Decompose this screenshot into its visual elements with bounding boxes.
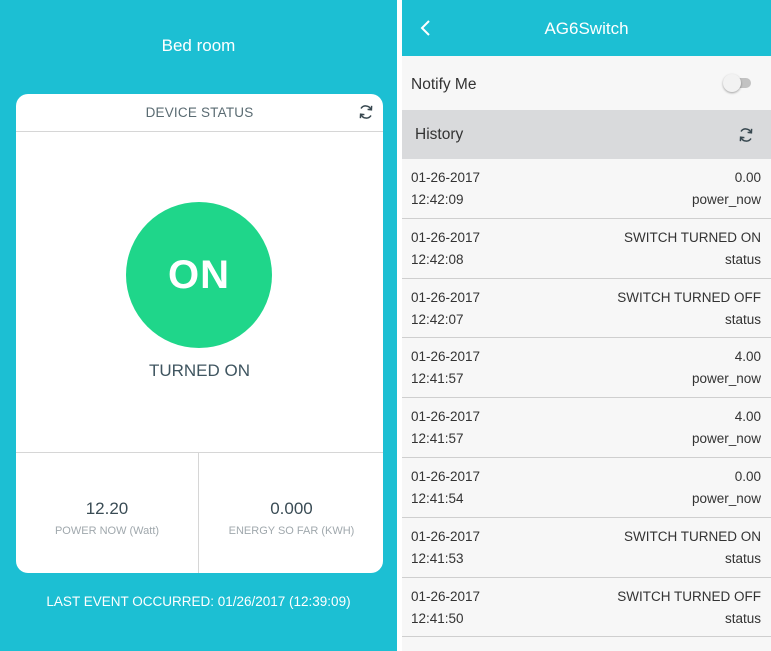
history-label: History [415, 126, 464, 143]
history-screen: AG6Switch Notify Me History 01-26-2017 1… [402, 0, 771, 651]
energy-label: ENERGY SO FAR (KWH) [228, 525, 355, 537]
device-status-screen: Bed room DEVICE STATUS ON TURNED ON 12.2… [0, 0, 397, 651]
history-value: SWITCH TURNED OFF [617, 289, 761, 305]
history-key: status [724, 550, 761, 566]
history-row[interactable]: 01-26-2017 12:42:07 SWITCH TURNED OFF st… [402, 278, 771, 339]
power-status-text: TURNED ON [148, 361, 251, 380]
history-date: 01-26-2017 [411, 528, 481, 544]
energy-value: 0.000 [270, 499, 313, 518]
power-state-label: ON [168, 252, 230, 297]
room-title: Bed room [161, 36, 236, 55]
history-key: status [724, 610, 761, 626]
history-row[interactable]: 01-26-2017 12:41:57 4.00 power_now [402, 398, 771, 458]
history-header: History [402, 110, 771, 159]
history-row[interactable]: 01-26-2017 12:42:09 0.00 power_now [402, 159, 771, 219]
history-date: 01-26-2017 [411, 170, 481, 185]
history-key: power_now [691, 192, 761, 207]
metrics-panel: 12.20 POWER NOW (Watt) 0.000 ENERGY SO F… [16, 452, 383, 573]
card-header-title: DEVICE STATUS [145, 105, 254, 120]
app-title: AG6Switch [544, 19, 629, 38]
notify-toggle[interactable] [723, 74, 751, 92]
history-key: power_now [691, 371, 761, 387]
power-toggle-button[interactable]: ON [126, 202, 272, 348]
history-time: 12:41:54 [411, 490, 464, 506]
history-row[interactable]: 01-26-2017 12:41:53 SWITCH TURNED ON sta… [402, 517, 771, 578]
history-time: 12:41:57 [411, 371, 464, 387]
history-time: 12:41:57 [411, 431, 464, 447]
device-status-card: DEVICE STATUS ON TURNED ON 12.20 POWER N… [16, 94, 383, 573]
history-key: power_now [691, 490, 761, 506]
history-key: power_now [691, 431, 761, 447]
history-row[interactable]: 01-26-2017 12:41:54 0.00 power_now [402, 457, 771, 518]
history-date: 01-26-2017 [411, 409, 481, 425]
history-time: 12:42:07 [411, 311, 464, 327]
history-value: SWITCH TURNED OFF [617, 588, 761, 604]
history-key: status [724, 311, 761, 327]
history-date: 01-26-2017 [411, 229, 481, 245]
app-bar: AG6Switch [402, 0, 771, 56]
history-value: 4.00 [734, 409, 761, 425]
notify-row: Notify Me [402, 56, 771, 110]
history-value: 0.00 [734, 170, 761, 185]
history-time: 12:42:08 [411, 251, 464, 267]
energy-metric: 0.000 ENERGY SO FAR (KWH) [200, 453, 383, 573]
refresh-icon[interactable] [737, 126, 755, 144]
history-list: 01-26-2017 12:42:09 0.00 power_now 01-26… [402, 159, 771, 638]
toggle-knob [723, 74, 741, 92]
history-value: SWITCH TURNED ON [624, 229, 761, 245]
history-key: status [724, 251, 761, 267]
power-now-metric: 12.20 POWER NOW (Watt) [16, 453, 199, 573]
history-row[interactable]: 01-26-2017 12:41:50 SWITCH TURNED OFF st… [402, 577, 771, 638]
card-header: DEVICE STATUS [16, 94, 383, 132]
history-time: 12:42:09 [411, 192, 464, 207]
refresh-icon[interactable] [357, 103, 375, 121]
history-row[interactable]: 01-26-2017 12:41:57 4.00 power_now [402, 338, 771, 399]
history-row[interactable]: 01-26-2017 12:42:08 SWITCH TURNED ON sta… [402, 218, 771, 279]
history-date: 01-26-2017 [411, 468, 481, 484]
notify-label: Notify Me [411, 76, 477, 93]
history-value: 0.00 [734, 468, 761, 484]
history-date: 01-26-2017 [411, 289, 481, 305]
history-time: 12:41:50 [411, 610, 464, 626]
history-time: 12:41:53 [411, 550, 464, 566]
history-value: 4.00 [734, 349, 761, 365]
power-now-label: POWER NOW (Watt) [54, 525, 160, 537]
history-date: 01-26-2017 [411, 349, 481, 365]
last-event-text: LAST EVENT OCCURRED: 01/26/2017 (12:39:0… [46, 594, 351, 609]
history-value: SWITCH TURNED ON [624, 528, 761, 544]
history-date: 01-26-2017 [411, 588, 481, 604]
power-now-value: 12.20 [85, 499, 129, 518]
